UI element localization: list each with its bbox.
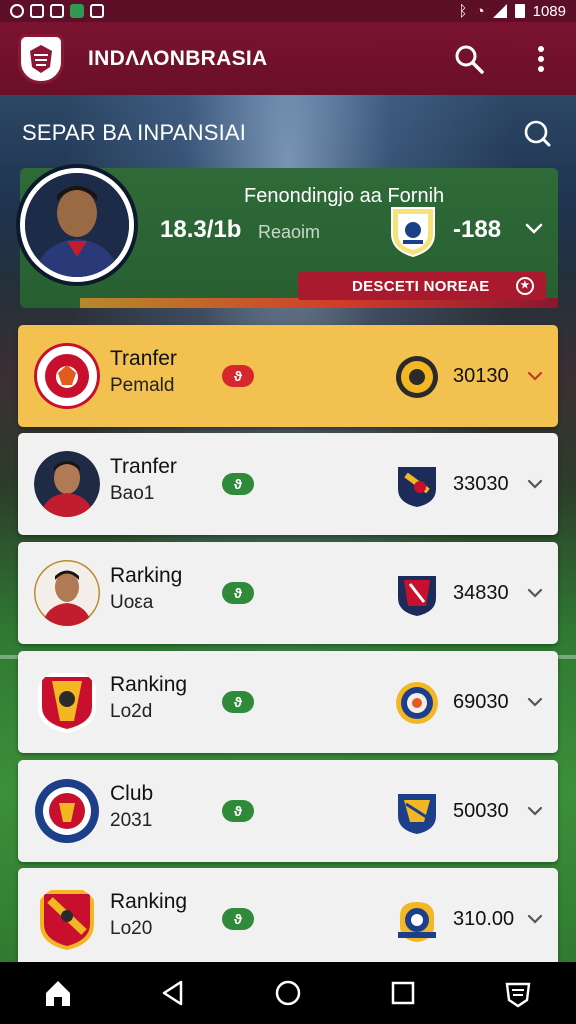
- section-label: SEPAR ΒA INPANSIAI: [22, 120, 247, 145]
- wifi-icon: ◔: [475, 2, 485, 20]
- system-nav-bar: [0, 962, 576, 1024]
- list-item-count: 34830: [453, 582, 509, 604]
- featured-player-avatar[interactable]: [20, 168, 134, 282]
- list-item-title: Club: [110, 782, 154, 805]
- badge-icon: [505, 982, 531, 1008]
- nav-recents-button[interactable]: [383, 973, 423, 1013]
- star-circle-icon: ★: [516, 277, 534, 295]
- status-badge: ϑ: [222, 473, 254, 495]
- club-avatar: [34, 451, 100, 517]
- list-item-subtitle: Lo20: [110, 918, 153, 939]
- status-badge: ϑ: [222, 908, 254, 930]
- list-item-title: Tranfer: [110, 455, 177, 478]
- list-item-subtitle: Pemald: [110, 375, 175, 396]
- list-item[interactable]: Ranking Lo20 ϑ 310.00: [18, 868, 558, 970]
- club-avatar: [34, 778, 100, 844]
- settings-icon: [30, 4, 44, 18]
- overflow-menu-button[interactable]: [524, 42, 558, 76]
- home-circle-icon: [275, 980, 301, 1006]
- featured-badge-label: DESCETI NORΕAE: [352, 277, 490, 295]
- list-item[interactable]: Ranking Lo2d ϑ 69030: [18, 651, 558, 753]
- list-item[interactable]: Rarking Uoεa ϑ 34830: [18, 542, 558, 644]
- list-item-title: Ranking: [110, 673, 188, 696]
- section-header: SEPAR ΒA INPANSIAI: [0, 110, 576, 156]
- club-avatar: [34, 343, 100, 409]
- list-item-subtitle: 2031: [110, 810, 153, 831]
- chevron-down-icon[interactable]: [522, 216, 546, 240]
- chevron-down-icon[interactable]: [524, 800, 546, 822]
- back-icon: [162, 980, 183, 1006]
- club-crest-icon: [396, 682, 438, 724]
- nav-extra-button[interactable]: [498, 973, 538, 1013]
- club-crest-icon: [398, 902, 436, 942]
- list-item[interactable]: Tranfer Bao1 ϑ 33030: [18, 433, 558, 535]
- nav-home-button[interactable]: [38, 973, 78, 1013]
- featured-badge[interactable]: DESCETI NORΕAE ★: [298, 272, 546, 300]
- club-crest-icon: [391, 207, 435, 258]
- status-badge: ϑ: [222, 691, 254, 713]
- list-item-subtitle: Lo2d: [110, 701, 153, 722]
- list-item-subtitle: Uoεa: [110, 592, 154, 613]
- club-crest-icon: [396, 356, 438, 398]
- chevron-down-icon[interactable]: [524, 473, 546, 495]
- battery-icon: [514, 4, 525, 18]
- chevron-down-icon[interactable]: [524, 908, 546, 930]
- chevron-down-icon[interactable]: [524, 582, 546, 604]
- list-item-count: 30130: [453, 365, 509, 387]
- section-search-button[interactable]: [520, 116, 554, 150]
- list-item-count: 310.00: [453, 908, 515, 930]
- list-item-subtitle: Bao1: [110, 483, 155, 504]
- nav-home-circle-button[interactable]: [268, 973, 308, 1013]
- app-title: INDΛΛΟΝΒRASIA: [88, 46, 268, 70]
- search-button[interactable]: [452, 42, 486, 76]
- shield-icon: [70, 4, 84, 18]
- list-item[interactable]: Tranfer Pemald ϑ 30130: [18, 325, 558, 427]
- chevron-down-icon[interactable]: [524, 691, 546, 713]
- list-item-count: 69030: [453, 691, 509, 713]
- club-avatar: [34, 886, 100, 952]
- featured-value: 18.3/1b: [160, 216, 242, 243]
- home-icon: [45, 981, 70, 1006]
- chevron-down-icon[interactable]: [524, 365, 546, 387]
- club-avatar: [34, 560, 100, 626]
- club-avatar: [34, 669, 100, 735]
- featured-count: -188: [453, 216, 502, 243]
- search-icon: [455, 45, 484, 74]
- list-item-title: Ranking: [110, 890, 188, 913]
- status-badge: ϑ: [222, 582, 254, 604]
- player-photo: [25, 173, 129, 277]
- list-item-count: 50030: [453, 800, 509, 822]
- bluetooth-icon: ᛒ: [458, 2, 468, 20]
- signal-icon: [492, 4, 507, 18]
- list-item[interactable]: Club 2031 ϑ 50030: [18, 760, 558, 862]
- club-logo[interactable]: [18, 33, 64, 84]
- club-crest-icon: [398, 576, 436, 616]
- chart-icon: [50, 4, 64, 18]
- more-vert-icon: [538, 45, 544, 72]
- recents-icon: [391, 981, 415, 1005]
- search-icon: [524, 120, 551, 147]
- list-item-title: Tranfer: [110, 347, 177, 370]
- nav-back-button[interactable]: [153, 973, 193, 1013]
- status-badge: ϑ: [222, 365, 254, 387]
- garuda-icon: [30, 44, 52, 73]
- list-item-count: 33030: [453, 473, 509, 495]
- club-crest-icon: [398, 794, 436, 834]
- image-icon: [90, 4, 104, 18]
- featured-subtitle: Reaoim: [258, 222, 321, 242]
- status-bar: ᛒ ◔ 1089: [0, 0, 576, 22]
- status-time: 1089: [532, 2, 566, 20]
- app-bar: INDΛΛΟΝΒRASIA: [0, 22, 576, 95]
- notification-icon: [10, 4, 24, 18]
- status-badge: ϑ: [222, 800, 254, 822]
- list-item-title: Rarking: [110, 564, 183, 587]
- club-crest-icon: [398, 467, 436, 507]
